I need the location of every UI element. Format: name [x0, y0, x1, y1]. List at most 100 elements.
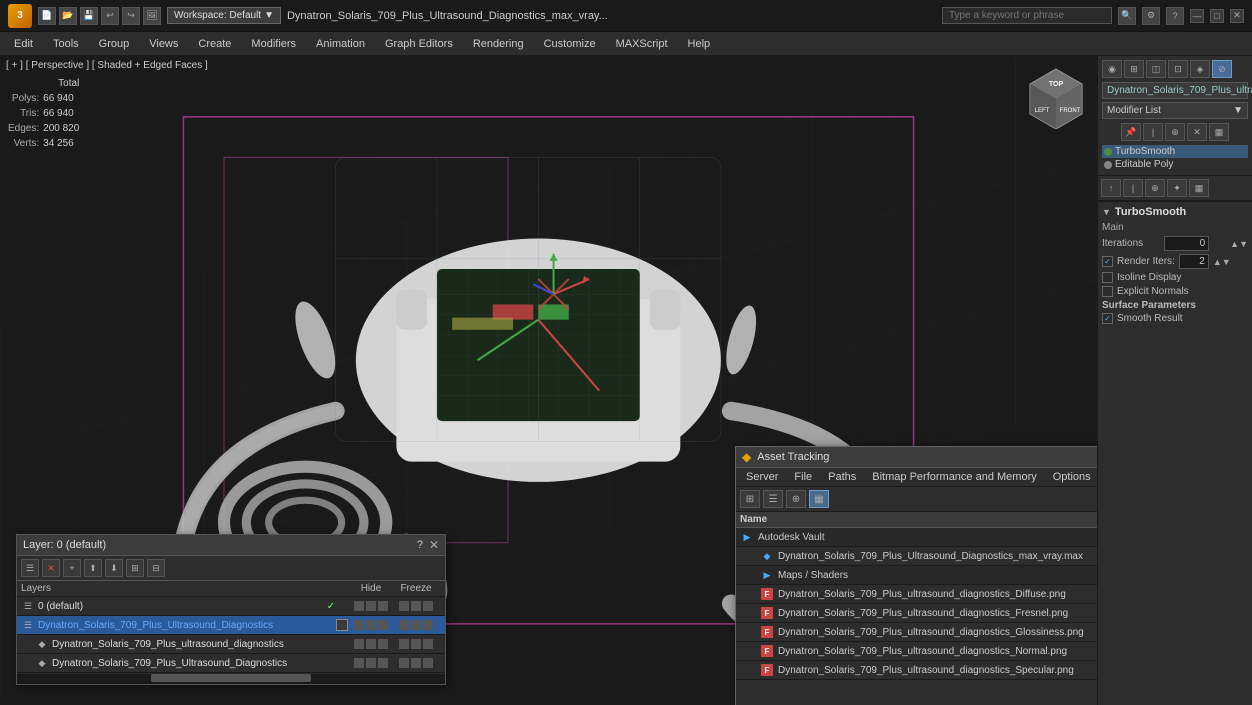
layer-tool-delete[interactable]: ✕ — [42, 559, 60, 577]
asset-tool-grid[interactable]: ⊞ — [740, 490, 760, 508]
layer-tool-collapse[interactable]: ⊟ — [147, 559, 165, 577]
menu-animation[interactable]: Animation — [306, 32, 375, 56]
search-icon[interactable]: 🔍 — [1118, 7, 1136, 25]
layer-row-default[interactable]: ☰ 0 (default) ✓ — [17, 597, 445, 616]
layer-scroll-track[interactable] — [151, 674, 311, 682]
settings-icon[interactable]: ⚙ — [1142, 7, 1160, 25]
viewport[interactable]: [ + ] [ Perspective ] [ Shaded + Edged F… — [0, 56, 1097, 705]
menu-create[interactable]: Create — [188, 32, 241, 56]
menu-help[interactable]: Help — [678, 32, 721, 56]
prop-icon-4[interactable]: ✦ — [1167, 179, 1187, 197]
asset-row-max[interactable]: ◆ Dynatron_Solaris_709_Plus_Ultrasound_D… — [736, 547, 1097, 566]
asset-row-normal[interactable]: F Dynatron_Solaris_709_Plus_ultrasound_d… — [736, 642, 1097, 661]
menu-graph-editors[interactable]: Graph Editors — [375, 32, 463, 56]
rp-icon-5[interactable]: ◈ — [1190, 60, 1210, 78]
mod-icon-cfg[interactable]: ▦ — [1209, 123, 1229, 141]
ts-iterations-row: Iterations ▲▼ — [1102, 236, 1248, 251]
ts-render-iters-spinner[interactable]: ▲▼ — [1213, 257, 1231, 267]
redo-btn[interactable]: ↪ — [122, 7, 140, 25]
prop-icon-2[interactable]: | — [1123, 179, 1143, 197]
menu-customize[interactable]: Customize — [534, 32, 606, 56]
layer-name-sub2: Dynatron_Solaris_709_Plus_Ultrasound_Dia… — [52, 658, 351, 669]
nav-cube[interactable]: TOP LEFT FRONT — [1024, 64, 1089, 129]
layer-row-dynatron[interactable]: ☰ Dynatron_Solaris_709_Plus_Ultrasound_D… — [17, 616, 445, 635]
asset-menu-file[interactable]: File — [788, 470, 818, 484]
mod-icon-bar[interactable]: | — [1143, 123, 1163, 141]
asset-menu-server[interactable]: Server — [740, 470, 784, 484]
close-btn[interactable]: ✕ — [1230, 9, 1244, 23]
menu-tools[interactable]: Tools — [43, 32, 89, 56]
mod-turbosmooth[interactable]: TurboSmooth — [1102, 145, 1248, 158]
mod-icon-del[interactable]: ✕ — [1187, 123, 1207, 141]
prop-icon-3[interactable]: ⊕ — [1145, 179, 1165, 197]
asset-max-name: Dynatron_Solaris_709_Plus_Ultrasound_Dia… — [778, 551, 1097, 562]
layer-tool-add[interactable]: + — [63, 559, 81, 577]
rp-icon-3[interactable]: ◫ — [1146, 60, 1166, 78]
help-icon[interactable]: ? — [1166, 7, 1184, 25]
asset-row-diffuse[interactable]: F Dynatron_Solaris_709_Plus_ultrasound_d… — [736, 585, 1097, 604]
asset-row-specular[interactable]: F Dynatron_Solaris_709_Plus_ultrasound_d… — [736, 661, 1097, 680]
prop-icon-5[interactable]: ▦ — [1189, 179, 1209, 197]
menu-modifiers[interactable]: Modifiers — [241, 32, 306, 56]
rp-icon-1[interactable]: ◉ — [1102, 60, 1122, 78]
layer-tool-move2[interactable]: ⬇ — [105, 559, 123, 577]
ts-isoline-row: Isoline Display — [1102, 272, 1248, 283]
asset-menu-bitmap[interactable]: Bitmap Performance and Memory — [866, 470, 1042, 484]
undo-btn[interactable]: ↩ — [101, 7, 119, 25]
asset-row-fresnel[interactable]: F Dynatron_Solaris_709_Plus_ultrasound_d… — [736, 604, 1097, 623]
asset-row-vault[interactable]: ▶ Autodesk Vault Logged O... — [736, 528, 1097, 547]
maximize-btn[interactable]: □ — [1210, 9, 1224, 23]
ts-render-iters-checkbox[interactable] — [1102, 256, 1113, 267]
layer-tool-expand[interactable]: ⊞ — [126, 559, 144, 577]
layer-freeze-dots-dynatron — [391, 620, 441, 630]
rp-icon-6[interactable]: ⊘ — [1212, 60, 1232, 78]
ts-iterations-spinner[interactable]: ▲▼ — [1230, 239, 1248, 249]
asset-row-maps[interactable]: ▶ Maps / Shaders — [736, 566, 1097, 585]
asset-tool-add[interactable]: ⊕ — [786, 490, 806, 508]
render-preview[interactable]: 🖼 — [143, 7, 161, 25]
new-btn[interactable]: 📄 — [38, 7, 56, 25]
menu-group[interactable]: Group — [89, 32, 140, 56]
save-btn[interactable]: 💾 — [80, 7, 98, 25]
layer-hide-dots-dynatron — [351, 620, 391, 630]
ts-smooth-result-checkbox[interactable] — [1102, 313, 1113, 324]
col-asset-name: Name — [740, 514, 1097, 525]
layer-row-sub1[interactable]: ◆ Dynatron_Solaris_709_Plus_ultrasound_d… — [17, 635, 445, 654]
mod-icon-copy[interactable]: ⊕ — [1165, 123, 1185, 141]
minimize-btn[interactable]: — — [1190, 9, 1204, 23]
asset-tool-table[interactable]: ▦ — [809, 490, 829, 508]
modifier-list-bar[interactable]: Modifier List ▼ — [1102, 102, 1248, 119]
menu-bar: Edit Tools Group Views Create Modifiers … — [0, 32, 1252, 56]
ts-collapse-arrow[interactable]: ▼ — [1102, 207, 1111, 217]
layer-scrollbar[interactable] — [17, 674, 445, 684]
search-input[interactable] — [942, 7, 1112, 24]
menu-views[interactable]: Views — [139, 32, 188, 56]
menu-rendering[interactable]: Rendering — [463, 32, 534, 56]
asset-menu-paths[interactable]: Paths — [822, 470, 862, 484]
asset-tool-group-left: ⊞ ☰ ⊕ ▦ — [740, 490, 829, 508]
ts-render-iters-input[interactable] — [1179, 254, 1209, 269]
layer-tool-move1[interactable]: ⬆ — [84, 559, 102, 577]
asset-tool-list[interactable]: ☰ — [763, 490, 783, 508]
layer-row-sub2[interactable]: ◆ Dynatron_Solaris_709_Plus_Ultrasound_D… — [17, 654, 445, 673]
workspace-selector[interactable]: Workspace: Default ▼ — [167, 7, 281, 24]
layer-panel-close[interactable]: ✕ — [429, 538, 439, 552]
edges-label: Edges: — [6, 121, 41, 136]
open-btn[interactable]: 📂 — [59, 7, 77, 25]
ts-iterations-input[interactable] — [1164, 236, 1209, 251]
mod-editable-poly[interactable]: Editable Poly — [1102, 158, 1248, 171]
viewport-stats: Total Polys: 66 940 Tris: 66 940 Edges: … — [6, 76, 81, 151]
rp-icon-2[interactable]: ⊞ — [1124, 60, 1144, 78]
mod-icon-pin[interactable]: 📌 — [1121, 123, 1141, 141]
ts-explicit-checkbox[interactable] — [1102, 286, 1113, 297]
layer-icon-default: ☰ — [21, 599, 35, 613]
layer-tool-list[interactable]: ☰ — [21, 559, 39, 577]
rp-icon-4[interactable]: ⊡ — [1168, 60, 1188, 78]
menu-maxscript[interactable]: MAXScript — [606, 32, 678, 56]
asset-row-glossiness[interactable]: F Dynatron_Solaris_709_Plus_ultrasound_d… — [736, 623, 1097, 642]
menu-edit[interactable]: Edit — [4, 32, 43, 56]
asset-menu-options[interactable]: Options — [1047, 470, 1097, 484]
layer-panel-question[interactable]: ? — [417, 539, 423, 551]
ts-isoline-checkbox[interactable] — [1102, 272, 1113, 283]
prop-icon-1[interactable]: ↑ — [1101, 179, 1121, 197]
